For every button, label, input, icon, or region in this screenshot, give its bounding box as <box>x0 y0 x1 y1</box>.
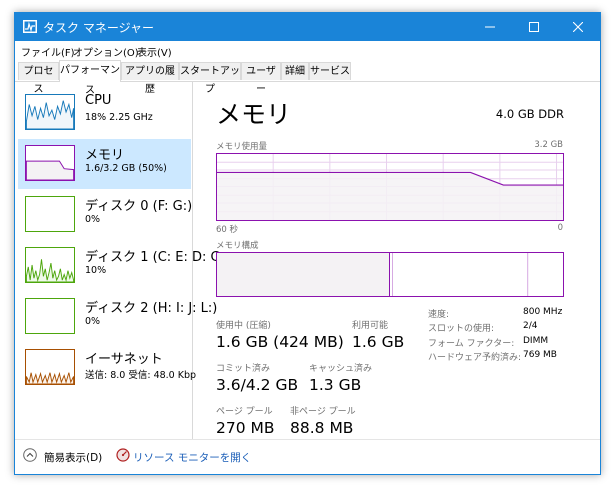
sidebar-item-disk-2[interactable]: ディスク 2 (H: I: J: L:) 0% <box>18 292 217 342</box>
sidebar-name: CPU <box>85 93 112 108</box>
nonpaged-pool-label: 非ページ プール <box>290 407 356 417</box>
sidebar-subtext: 1.6/3.2 GB (50%) <box>85 163 167 174</box>
sidebar-subtext: 18% 2.25 GHz <box>85 112 153 123</box>
footer-bar: 簡易表示(D) リソース モニターを開く <box>15 439 600 474</box>
speed-label: 速度: <box>428 310 450 320</box>
memory-thumbnail-fill <box>26 160 74 180</box>
fewer-details-button[interactable]: 簡易表示(D) <box>44 450 102 465</box>
sidebar-name: ディスク 0 (F: G:) <box>85 199 193 214</box>
tab-startup[interactable]: スタートアップ <box>179 62 241 95</box>
ethernet-thumbnail-fill <box>26 371 74 384</box>
disk-2-thumbnail-graph <box>25 298 75 334</box>
maximize-button[interactable] <box>512 13 556 41</box>
sidebar-subtext: 0% <box>85 214 101 225</box>
hardware-reserved-label: ハードウェア予約済み: <box>428 353 522 363</box>
paged-pool-label: ページ プール <box>216 407 273 417</box>
tab-details[interactable]: 詳細 <box>281 62 309 80</box>
memory-usage-label: メモリ使用量 <box>216 142 268 152</box>
graph-time-right: 0 <box>557 223 563 233</box>
memory-capacity: 4.0 GB DDR <box>495 107 564 121</box>
menu-view[interactable]: 表示(V) <box>137 44 172 59</box>
available-label: 利用可能 <box>352 321 389 331</box>
sidebar-name: イーサネット <box>85 352 163 367</box>
committed-value: 3.6/4.2 GB <box>216 376 299 394</box>
memory-composition-label: メモリ構成 <box>216 241 259 251</box>
close-icon <box>573 22 583 32</box>
sidebar-item-ethernet[interactable]: イーサネット 送信: 8.0 受信: 48.0 Kbp <box>18 343 196 393</box>
sidebar-item-memory[interactable]: メモリ 1.6/3.2 GB (50%) <box>18 139 191 189</box>
tab-app-history[interactable]: アプリの履歴 <box>121 62 179 95</box>
sidebar-subtext: 10% <box>85 265 107 276</box>
sidebar-name: メモリ <box>85 148 125 163</box>
composition-in-use <box>217 253 390 296</box>
minimize-icon <box>485 26 495 28</box>
nonpaged-pool-value: 88.8 MB <box>290 419 354 437</box>
committed-label: コミット済み <box>216 364 271 374</box>
paged-pool-value: 270 MB <box>216 419 275 437</box>
form-factor-value: DIMM <box>523 336 549 346</box>
disk-1-thumbnail-fill <box>26 259 74 282</box>
sidebar-item-disk-0[interactable]: ディスク 0 (F: G:) 0% <box>18 190 193 240</box>
memory-composition-bar <box>216 252 564 297</box>
sidebar-item-disk-1[interactable]: ディスク 1 (C: E: D: C 10% <box>18 241 220 291</box>
chevron-up-circle-icon[interactable] <box>23 448 37 462</box>
in-use-label: 使用中 (圧縮) <box>216 321 271 331</box>
slots-used-value: 2/4 <box>523 321 538 331</box>
ethernet-thumbnail-graph <box>25 349 75 385</box>
disk-1-thumbnail-graph <box>25 247 75 283</box>
cached-value: 1.3 GB <box>309 376 362 394</box>
open-resource-monitor-link[interactable]: リソース モニターを開く <box>133 450 251 465</box>
slots-used-label: スロットの使用: <box>428 324 495 334</box>
minimize-button[interactable] <box>468 13 512 41</box>
sidebar-subtext: 送信: 8.0 受信: 48.0 Kbp <box>85 370 197 381</box>
task-manager-app-icon <box>23 20 37 33</box>
in-use-value: 1.6 GB (424 MB) <box>216 333 344 351</box>
sidebar-item-cpu[interactable]: CPU 18% 2.25 GHz <box>18 88 191 138</box>
resource-sidebar: CPU 18% 2.25 GHz メモリ 1.6/3.2 GB (50%) ディ… <box>15 81 220 439</box>
memory-usage-area <box>217 172 563 220</box>
tab-processes[interactable]: プロセス <box>18 62 59 95</box>
menu-options[interactable]: オプション(O) <box>73 44 139 59</box>
form-factor-label: フォーム ファクター: <box>428 339 515 349</box>
window-title: タスク マネージャー <box>43 21 154 35</box>
task-manager-window: タスク マネージャー ファイル(F) オプション(O) 表示(V) プロセス パ… <box>14 12 601 475</box>
close-button[interactable] <box>556 13 600 41</box>
maximize-icon <box>529 22 539 32</box>
hardware-reserved-value: 769 MB <box>523 350 557 360</box>
graph-time-left: 60 秒 <box>216 225 239 235</box>
memory-thumbnail-graph <box>25 145 75 181</box>
cpu-thumbnail-fill <box>26 100 74 129</box>
tab-users[interactable]: ユーザー <box>241 62 281 95</box>
memory-usage-max: 3.2 GB <box>534 140 563 150</box>
speed-value: 800 MHz <box>523 307 563 317</box>
resource-monitor-icon <box>116 448 130 462</box>
menu-file[interactable]: ファイル(F) <box>21 44 75 59</box>
tab-performance[interactable]: パフォーマンス <box>59 60 121 96</box>
title-bar[interactable]: タスク マネージャー <box>15 13 600 41</box>
disk-0-thumbnail-graph <box>25 196 75 232</box>
memory-usage-graph <box>216 153 564 221</box>
sidebar-subtext: 0% <box>85 316 101 327</box>
cpu-thumbnail-graph <box>25 94 75 130</box>
tab-bar: プロセス パフォーマンス アプリの履歴 スタートアップ ユーザー 詳細 サービス <box>15 60 600 96</box>
memory-detail-panel: メモリ 4.0 GB DDR メモリ使用量 3.2 GB 60 秒 0 メモリ構… <box>195 81 600 439</box>
cached-label: キャッシュ済み <box>309 364 373 374</box>
menu-bar: ファイル(F) オプション(O) 表示(V) <box>15 41 600 60</box>
available-value: 1.6 GB <box>352 333 405 351</box>
tab-services[interactable]: サービス <box>309 62 351 80</box>
page-title: メモリ <box>216 100 292 129</box>
